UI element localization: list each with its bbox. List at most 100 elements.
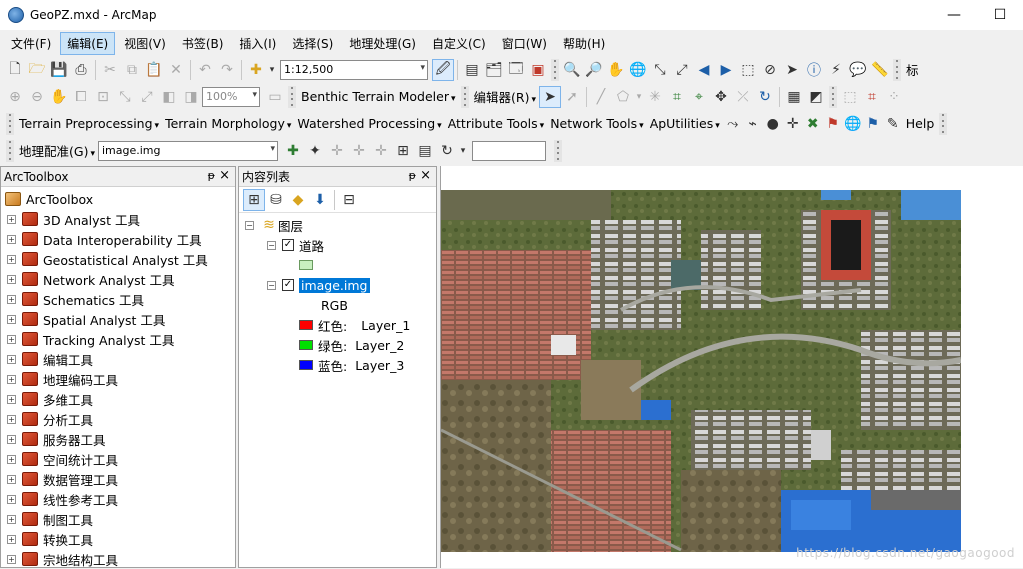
- expand-icon[interactable]: +: [7, 454, 16, 464]
- terrain-preprocessing-menu[interactable]: Terrain Preprocessing: [16, 116, 162, 131]
- toolbar-grip[interactable]: [551, 58, 559, 81]
- edit-annotation-icon[interactable]: ➚: [561, 86, 583, 108]
- hyperlink-icon[interactable]: ⚡: [825, 59, 847, 81]
- delete-icon[interactable]: ✕: [165, 59, 187, 81]
- add-data-icon[interactable]: ✚: [245, 59, 267, 81]
- reshape-feature-icon[interactable]: ⌖: [688, 86, 710, 108]
- band-color-swatch[interactable]: [299, 320, 313, 330]
- menu-customize[interactable]: 自定义(C): [425, 32, 493, 55]
- cut-polygons-icon[interactable]: ✥: [710, 86, 732, 108]
- point-delineation-icon[interactable]: ⌁: [743, 113, 763, 135]
- expand-icon[interactable]: +: [7, 554, 16, 564]
- menu-edit[interactable]: 编辑(E): [60, 31, 116, 55]
- redo-icon[interactable]: ↷: [216, 59, 238, 81]
- image-layer-checkbox[interactable]: ✓: [282, 279, 294, 291]
- expand-icon[interactable]: +: [7, 374, 16, 384]
- fixed-zoom-icon[interactable]: ⤡: [114, 86, 136, 108]
- measure-icon[interactable]: 📏: [869, 59, 891, 81]
- expand-icon[interactable]: +: [7, 414, 16, 424]
- expand-icon[interactable]: +: [7, 394, 16, 404]
- watershed-processing-menu[interactable]: Watershed Processing: [294, 116, 444, 131]
- road-layer-checkbox[interactable]: ✓: [282, 239, 294, 251]
- maximize-button[interactable]: ☐: [977, 0, 1023, 30]
- expand-icon[interactable]: +: [7, 474, 16, 484]
- cross-section-icon[interactable]: ✛: [783, 113, 803, 135]
- arctoolbox-icon[interactable]: ▣: [527, 59, 549, 81]
- globe-icon[interactable]: 🌐: [843, 113, 863, 135]
- band-row[interactable]: 红色: Layer_1: [239, 315, 436, 335]
- editor-menu[interactable]: 编辑器(R): [471, 87, 539, 106]
- toolbox-item[interactable]: + 空间统计工具: [1, 449, 235, 469]
- link-table-icon[interactable]: ▤: [414, 140, 436, 162]
- toolbox-item[interactable]: + 数据管理工具: [1, 469, 235, 489]
- editor-toolbar-icon[interactable]: 🖉: [432, 58, 454, 81]
- sketch-properties-icon[interactable]: ◩: [805, 86, 827, 108]
- toolbox-item[interactable]: + 转换工具: [1, 529, 235, 549]
- zoom-in-icon[interactable]: 🔍: [561, 59, 583, 81]
- batch-point-icon[interactable]: ●: [763, 113, 783, 135]
- pencil-icon[interactable]: ✎: [883, 113, 903, 135]
- menu-selection[interactable]: 选择(S): [285, 32, 340, 55]
- minimize-button[interactable]: —: [931, 0, 977, 30]
- pin-icon[interactable]: ᵽ: [409, 169, 416, 182]
- select-features-icon[interactable]: ⬚: [737, 59, 759, 81]
- pin-icon[interactable]: ᵽ: [208, 169, 215, 182]
- fixed-zoom-out-icon[interactable]: ⤢: [671, 59, 693, 81]
- image-layer-row[interactable]: − ✓ image.img: [239, 275, 436, 295]
- scale-combobox[interactable]: 1:12,500 ▾: [280, 59, 428, 80]
- image-layer-label[interactable]: image.img: [299, 277, 370, 293]
- chevron-down-icon[interactable]: ▾: [634, 86, 644, 108]
- toolbox-item[interactable]: + 地理编码工具: [1, 369, 235, 389]
- layers-group-row[interactable]: − ≋ 图层: [239, 215, 436, 235]
- undo-icon[interactable]: ↶: [194, 59, 216, 81]
- band-row[interactable]: 蓝色: Layer_3: [239, 355, 436, 375]
- list-by-selection-icon[interactable]: ⬇: [309, 189, 331, 211]
- rotate-raster-icon[interactable]: ↻: [436, 140, 458, 162]
- toolbar-grip[interactable]: [6, 112, 14, 135]
- back-arrow-icon[interactable]: ◀: [693, 59, 715, 81]
- list-by-source-icon[interactable]: ⛁: [265, 189, 287, 211]
- menu-view[interactable]: 视图(V): [117, 32, 173, 55]
- list-by-drawing-order-icon[interactable]: ⊞: [243, 188, 265, 211]
- toolbar-grip[interactable]: [893, 58, 901, 81]
- straight-segment-icon[interactable]: ╱: [590, 86, 612, 108]
- satellite-image[interactable]: [441, 190, 961, 552]
- attribute-tools-menu[interactable]: Attribute Tools: [445, 116, 548, 131]
- topology-select-icon[interactable]: ⬚: [839, 86, 861, 108]
- expand-icon[interactable]: +: [7, 494, 16, 504]
- toolbox-item[interactable]: +3D Analyst 工具: [1, 209, 235, 229]
- toolbox-item[interactable]: + 多维工具: [1, 389, 235, 409]
- layout-zoom-in-icon[interactable]: ⊕: [4, 86, 26, 108]
- rotate-icon[interactable]: ↻: [754, 86, 776, 108]
- toolbox-item[interactable]: + Data Interoperability 工具: [1, 229, 235, 249]
- layout-pan-icon[interactable]: ✋: [48, 86, 70, 108]
- road-symbol-swatch[interactable]: [299, 260, 313, 270]
- georef-layer-combobox[interactable]: image.img ▾: [97, 140, 278, 161]
- forward-arrow-icon[interactable]: ▶: [715, 59, 737, 81]
- chevron-down-icon[interactable]: ▾: [458, 140, 468, 162]
- search-window-icon[interactable]: 🗔: [505, 59, 527, 81]
- arctoolbox-root[interactable]: ArcToolbox: [1, 189, 235, 209]
- options-icon[interactable]: ⊟: [338, 189, 360, 211]
- terrain-morphology-menu[interactable]: Terrain Morphology: [162, 116, 294, 131]
- band-color-swatch[interactable]: [299, 360, 313, 370]
- previous-extent-icon[interactable]: ◧: [158, 86, 180, 108]
- road-symbol-row[interactable]: [239, 255, 436, 275]
- fixed-zoom-in-icon[interactable]: ⤡: [649, 59, 671, 81]
- expand-icon[interactable]: +: [7, 254, 16, 264]
- open-folder-icon[interactable]: 🗁: [26, 59, 48, 81]
- expand-icon[interactable]: +: [7, 314, 16, 324]
- expand-icon[interactable]: +: [7, 434, 16, 444]
- menu-geoprocessing[interactable]: 地理处理(G): [342, 32, 423, 55]
- attributes-icon[interactable]: ▦: [783, 86, 805, 108]
- toolbox-item[interactable]: + Schematics 工具: [1, 289, 235, 309]
- close-icon[interactable]: ×: [219, 168, 230, 183]
- rotation-text-input[interactable]: [471, 140, 546, 161]
- toolbar-grip[interactable]: [829, 85, 837, 108]
- flow-path-icon[interactable]: ⤳: [723, 113, 743, 135]
- toolbox-item[interactable]: + 制图工具: [1, 509, 235, 529]
- toolbar-grip[interactable]: [288, 85, 296, 108]
- auto-registration-icon[interactable]: ✦: [304, 140, 326, 162]
- zoom-whole-page-icon[interactable]: ⧠: [70, 86, 92, 108]
- new-document-icon[interactable]: 🗋: [4, 59, 26, 81]
